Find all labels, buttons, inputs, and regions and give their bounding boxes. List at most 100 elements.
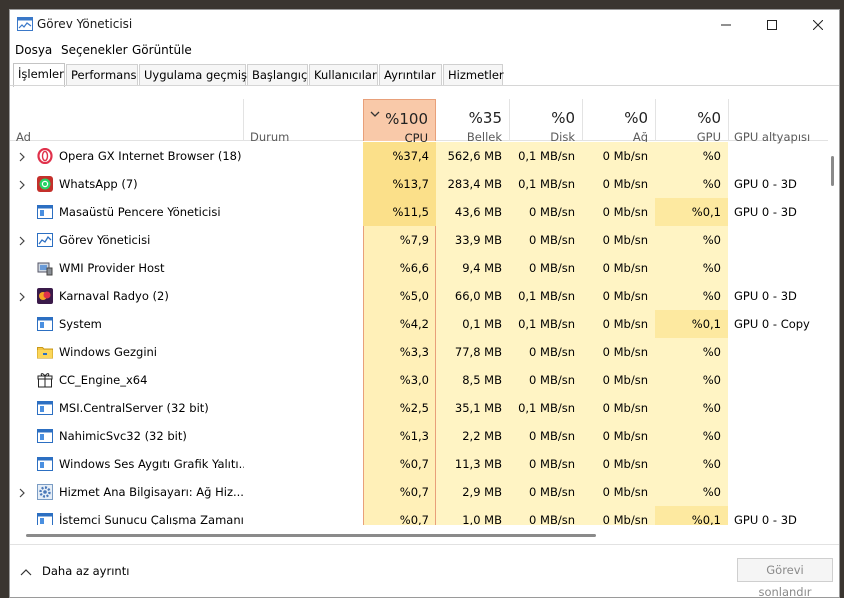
- column-header-gpu-engine[interactable]: GPU altyapısı: [728, 99, 828, 144]
- column-header-cpu[interactable]: %100 CPU: [363, 99, 436, 145]
- tab-islemler[interactable]: İşlemler: [13, 63, 65, 87]
- chevron-right-icon[interactable]: [19, 235, 26, 246]
- gpu-engine-cell: [734, 422, 828, 450]
- opera-icon: [37, 147, 53, 165]
- menu-goruntule[interactable]: Görüntüle: [132, 43, 192, 57]
- net-cell: 0 Mb/sn: [602, 345, 648, 359]
- cpu-cell: %11,5: [363, 198, 436, 226]
- end-task-button[interactable]: Görevi sonlandır: [737, 558, 833, 597]
- table-row[interactable]: Görev Yöneticisi %7,9 33,9 MB 0 MB/sn 0 Mb/s…: [10, 226, 828, 254]
- gpu-engine-cell: [734, 450, 828, 478]
- tab-hizmetler[interactable]: Hizmetler: [443, 64, 504, 85]
- table-row[interactable]: CC_Engine_x64 %3,0 8,5 MB 0 MB/sn 0 Mb/sn %0: [10, 366, 828, 394]
- gpu-engine-cell: [734, 142, 828, 170]
- process-name: CC_Engine_x64: [59, 373, 148, 387]
- gpu-engine-cell: GPU 0 - Copy: [734, 317, 810, 331]
- table-row[interactable]: MSI.CentralServer (32 bit) %2,5 35,1 MB 0,1…: [10, 394, 828, 422]
- mem-cell: 0,1 MB: [462, 317, 502, 331]
- disk-cell: 0 MB/sn: [529, 513, 575, 525]
- gpu-engine-cell: [734, 338, 828, 366]
- gpu-cell: %0: [702, 233, 721, 247]
- chevron-right-icon[interactable]: [19, 179, 26, 190]
- mem-cell: 2,2 MB: [462, 429, 502, 443]
- task-manager-window: Görev Yöneticisi Dosya Seçenekler Görünt…: [9, 9, 840, 598]
- column-header-memory[interactable]: %35 Bellek: [436, 99, 509, 144]
- net-cell: 0 Mb/sn: [602, 457, 648, 471]
- table-row[interactable]: NahimicSvc32 (32 bit) %1,3 2,2 MB 0 MB/sn 0 …: [10, 422, 828, 450]
- gpu-cell: %0: [702, 457, 721, 471]
- process-name: MSI.CentralServer (32 bit): [59, 401, 209, 415]
- cpu-cell: %3,0: [399, 373, 429, 387]
- chevron-right-icon[interactable]: [19, 151, 26, 162]
- gift-icon: [37, 372, 53, 388]
- process-name: WhatsApp (7): [59, 177, 138, 191]
- process-name: Görev Yöneticisi: [59, 233, 151, 247]
- disk-cell: 0 MB/sn: [529, 457, 575, 471]
- cpu-cell: %5,0: [399, 289, 429, 303]
- mem-cell: 77,8 MB: [454, 345, 502, 359]
- minimize-button[interactable]: [703, 10, 749, 40]
- chevron-right-icon[interactable]: [19, 487, 26, 498]
- net-cell: 0 Mb/sn: [602, 513, 648, 525]
- tab-performans[interactable]: Performans: [66, 64, 138, 85]
- window-icon: [37, 316, 53, 332]
- gear-icon: [37, 484, 53, 500]
- gpu-engine-cell: [734, 366, 828, 394]
- cpu-cell: %13,7: [363, 170, 436, 198]
- column-header-network[interactable]: %0 Ağ: [582, 99, 655, 144]
- table-row[interactable]: Hizmet Ana Bilgisayarı: Ağ Hiz... %0,7 2,9…: [10, 478, 828, 506]
- table-row[interactable]: Opera GX Internet Browser (18) %37,4 562,6…: [10, 142, 828, 170]
- whatsapp-icon: [37, 176, 53, 192]
- disk-cell: 0,1 MB/sn: [518, 149, 575, 163]
- menu-dosya[interactable]: Dosya: [15, 43, 52, 57]
- process-name: Opera GX Internet Browser (18): [59, 149, 242, 163]
- net-cell: 0 Mb/sn: [602, 401, 648, 415]
- process-name: NahimicSvc32 (32 bit): [59, 429, 187, 443]
- cpu-cell: %0,7: [399, 485, 429, 499]
- process-name: WMI Provider Host: [59, 261, 165, 275]
- table-row[interactable]: WMI Provider Host %6,6 9,4 MB 0 MB/sn 0 Mb/s…: [10, 254, 828, 282]
- task-manager-app-icon: [17, 17, 33, 31]
- table-row[interactable]: Windows Ses Aygıtı Grafik Yalıtı... %0,7 1…: [10, 450, 828, 478]
- radio-icon: [37, 288, 53, 304]
- close-button[interactable]: [795, 10, 839, 40]
- process-name: Windows Gezgini: [59, 345, 157, 359]
- tab-kullanicilar[interactable]: Kullanıcılar: [309, 64, 378, 85]
- vertical-scrollbar-thumb[interactable]: [831, 156, 834, 186]
- disk-cell: 0 MB/sn: [529, 373, 575, 387]
- table-row[interactable]: Windows Gezgini %3,3 77,8 MB 0 MB/sn 0 Mb/sn…: [10, 338, 828, 366]
- wmi-icon: [37, 260, 53, 276]
- tab-ayrintilar[interactable]: Ayrıntılar: [379, 64, 442, 85]
- chevron-right-icon[interactable]: [19, 291, 26, 302]
- disk-cell: 0,1 MB/sn: [518, 289, 575, 303]
- net-cell: 0 Mb/sn: [602, 373, 648, 387]
- tab-baslangic[interactable]: Başlangıç: [247, 64, 308, 85]
- horizontal-scrollbar-thumb[interactable]: [26, 534, 596, 537]
- menu-bar: Dosya Seçenekler Görüntüle: [10, 41, 839, 61]
- process-name: Karnaval Radyo (2): [59, 289, 169, 303]
- column-header-disk[interactable]: %0 Disk: [509, 99, 582, 144]
- table-row[interactable]: İstemci Sunucu Çalışma Zamanı... %0,7 1,0 …: [10, 506, 828, 525]
- column-header-gpu[interactable]: %0 GPU: [655, 99, 728, 144]
- gpu-engine-cell: GPU 0 - 3D: [734, 289, 797, 303]
- table-row[interactable]: Karnaval Radyo (2) %5,0 66,0 MB 0,1 MB/sn 0 …: [10, 282, 828, 310]
- cpu-cell: %4,2: [399, 317, 429, 331]
- mem-cell: 35,1 MB: [454, 401, 502, 415]
- window-icon: [37, 204, 53, 220]
- mem-cell: 9,4 MB: [462, 261, 502, 275]
- tab-uygulama-gecmisi[interactable]: Uygulama geçmişi: [139, 64, 250, 85]
- table-row[interactable]: WhatsApp (7) %13,7 283,4 MB 0,1 MB/sn 0 Mb/s…: [10, 170, 828, 198]
- table-row[interactable]: Masaüstü Pencere Yöneticisi %11,5 43,6 MB 0…: [10, 198, 828, 226]
- cpu-cell: %7,9: [399, 233, 429, 247]
- folder-icon: [37, 344, 53, 360]
- disk-cell: 0,1 MB/sn: [518, 401, 575, 415]
- gpu-engine-cell: [734, 394, 828, 422]
- gpu-engine-cell: GPU 0 - 3D: [734, 513, 797, 525]
- column-header-status[interactable]: Durum: [244, 99, 364, 144]
- table-row[interactable]: System %4,2 0,1 MB 0,1 MB/sn 0 Mb/sn %0,1 GPU …: [10, 310, 828, 338]
- footer: Daha az ayrıntı Görevi sonlandır: [10, 545, 839, 597]
- maximize-button[interactable]: [749, 10, 795, 40]
- menu-secenekler[interactable]: Seçenekler: [61, 43, 128, 57]
- column-header-name[interactable]: Ad: [10, 99, 243, 144]
- gpu-cell: %0: [702, 177, 721, 191]
